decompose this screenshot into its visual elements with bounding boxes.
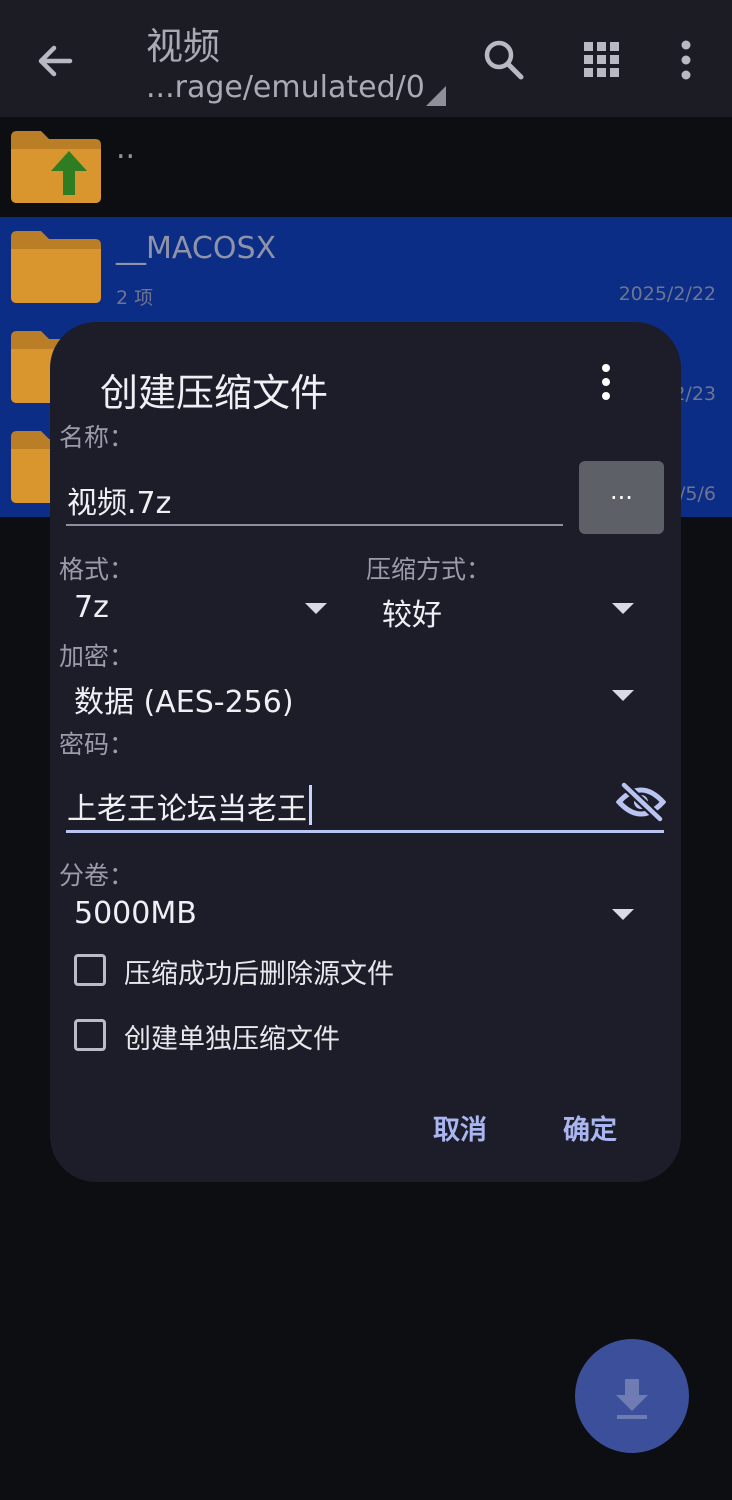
- download-icon: [616, 1379, 648, 1419]
- folder-title: 视频: [146, 25, 220, 68]
- dropdown-triangle-icon[interactable]: [426, 86, 446, 106]
- name-input[interactable]: 视频.7z: [67, 478, 171, 522]
- more-vertical-icon[interactable]: [595, 362, 617, 402]
- encryption-label: 加密：: [59, 642, 135, 671]
- browse-button[interactable]: ...: [579, 461, 664, 534]
- file-row-parent[interactable]: ..: [0, 117, 732, 217]
- password-input[interactable]: 上老王论坛当老王: [67, 784, 312, 828]
- ok-button[interactable]: 确定: [563, 1108, 617, 1147]
- cancel-button[interactable]: 取消: [433, 1108, 487, 1147]
- file-date: /5/6: [679, 483, 716, 505]
- more-vertical-icon[interactable]: [664, 36, 708, 84]
- back-arrow-icon[interactable]: [30, 38, 82, 84]
- file-name: __MACOSX: [116, 231, 277, 266]
- dialog-title: 创建压缩文件: [100, 371, 329, 415]
- folder-up-icon: [11, 131, 101, 203]
- visibility-off-icon[interactable]: [615, 781, 667, 823]
- format-label: 格式：: [59, 555, 135, 584]
- path-selector[interactable]: ...rage/emulated/0: [146, 70, 425, 105]
- search-icon[interactable]: [480, 36, 528, 84]
- chevron-down-icon[interactable]: [305, 603, 327, 614]
- folder-icon: [11, 231, 101, 303]
- password-text: 上老王论坛当老王: [67, 792, 307, 827]
- top-app-bar: 视频 ...rage/emulated/0: [0, 0, 732, 117]
- file-date: 2025/2/22: [618, 283, 716, 305]
- text-cursor: [309, 785, 312, 825]
- chevron-down-icon[interactable]: [612, 690, 634, 701]
- chevron-down-icon[interactable]: [612, 603, 634, 614]
- compression-method-select[interactable]: 较好: [382, 590, 442, 634]
- delete-source-label[interactable]: 压缩成功后删除源文件: [124, 952, 394, 991]
- encryption-select[interactable]: 数据 (AES-256): [74, 677, 294, 721]
- name-input-underline: [66, 524, 563, 526]
- password-input-underline: [66, 830, 664, 833]
- separate-archives-checkbox[interactable]: [74, 1019, 106, 1051]
- split-select[interactable]: 5000MB: [74, 896, 197, 931]
- split-label: 分卷：: [59, 861, 135, 890]
- chevron-down-icon[interactable]: [612, 909, 634, 920]
- file-name: ..: [116, 131, 136, 166]
- password-label: 密码：: [59, 730, 135, 759]
- compression-method-label: 压缩方式：: [366, 555, 492, 584]
- separate-archives-label[interactable]: 创建单独压缩文件: [124, 1017, 340, 1056]
- extract-fab-button[interactable]: [575, 1339, 689, 1453]
- file-item-count: 2 项: [116, 287, 154, 309]
- name-label: 名称：: [59, 423, 135, 452]
- format-select[interactable]: 7z: [74, 590, 109, 625]
- grid-view-icon[interactable]: [578, 36, 626, 84]
- file-row[interactable]: __MACOSX 2 项 2025/2/22: [0, 217, 732, 317]
- create-archive-dialog: 创建压缩文件 名称： 视频.7z ... 格式： 7z 压缩方式： 较好 加密：…: [50, 322, 681, 1182]
- delete-source-checkbox[interactable]: [74, 954, 106, 986]
